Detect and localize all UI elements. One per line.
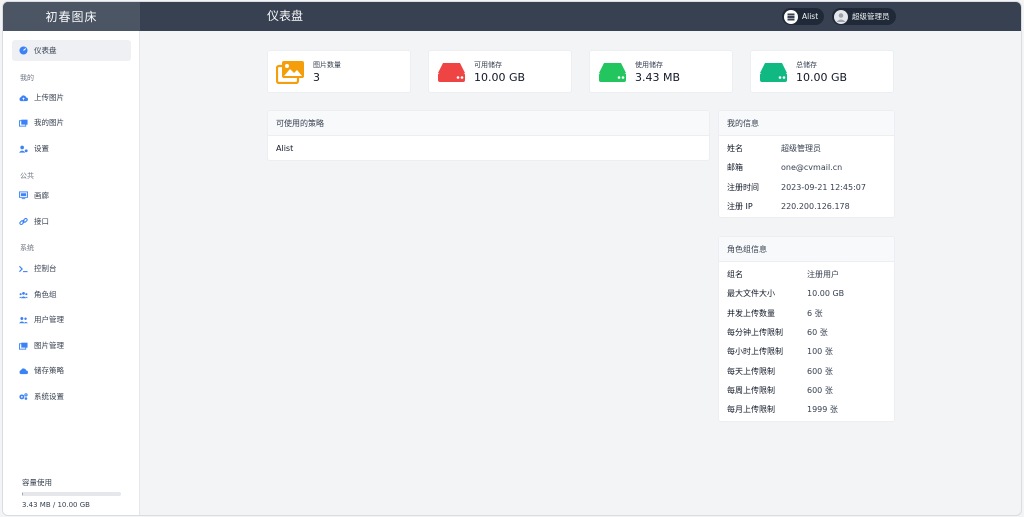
usage-progress-bar — [22, 492, 121, 496]
terminal-icon — [19, 264, 28, 273]
stat-label: 总储存 — [796, 61, 817, 69]
hard-drive-icon — [437, 60, 466, 84]
sidebar-item-label: 画廊 — [34, 191, 49, 200]
user-name-label: 超级管理员 — [852, 12, 890, 21]
panel-title: 我的信息 — [719, 111, 894, 136]
info-row: 注册 IP 220.200.126.178 — [727, 202, 850, 212]
info-row: 每小时上传限制 100 张 — [727, 347, 833, 357]
sidebar-item-label: 系统设置 — [34, 392, 64, 401]
sidebar-item-console[interactable]: 控制台 — [12, 258, 131, 279]
stat-value: 10.00 GB — [474, 71, 526, 84]
sidebar-item-label: 设置 — [34, 144, 49, 153]
section-label-public: 公共 — [20, 172, 34, 180]
role-info-panel: 角色组信息 组名 注册用户 最大文件大小 10.00 GB 并发上传数量 6 张 每分… — [718, 236, 895, 422]
sidebar-item-label: 储存策略 — [34, 366, 64, 375]
images-icon — [19, 341, 28, 350]
sidebar-item-label: 用户管理 — [34, 315, 64, 324]
stat-label: 使用储存 — [635, 61, 663, 69]
images-icon — [19, 118, 28, 127]
sidebar-item-settings[interactable]: 设置 — [12, 138, 131, 159]
stat-card-available-storage: 可用储存 10.00 GB — [428, 50, 572, 93]
monitor-icon — [19, 191, 28, 200]
info-row: 组名 注册用户 — [727, 270, 839, 280]
sidebar-item-label: 我的图片 — [34, 118, 64, 127]
user-gear-icon — [19, 144, 28, 153]
gears-icon — [19, 392, 28, 401]
sidebar-item-label: 图片管理 — [34, 341, 64, 350]
info-row: 注册时间 2023-09-21 12:45:07 — [727, 182, 866, 192]
sidebar-item-roles[interactable]: 角色组 — [12, 284, 131, 305]
stat-value: 3.43 MB — [635, 71, 681, 84]
user-menu-button[interactable]: 超级管理员 — [832, 8, 896, 25]
info-row: 每周上传限制 600 张 — [727, 385, 833, 395]
strategies-panel: 可使用的策略 Alist — [267, 110, 710, 161]
cloud-icon — [19, 366, 28, 375]
sidebar-item-image-management[interactable]: 图片管理 — [12, 335, 131, 356]
info-row: 姓名 超级管理员 — [727, 144, 821, 154]
info-row: 每月上传限制 1999 张 — [727, 405, 838, 415]
app-window: 初春图床 仪表盘 Alist 超级管理员 仪表盘 我的 上传图片 我的图片 设置… — [2, 1, 1022, 516]
sidebar-item-label: 控制台 — [34, 264, 57, 273]
panel-title: 角色组信息 — [719, 237, 894, 262]
hard-drive-icon — [759, 60, 788, 84]
link-icon — [19, 217, 28, 226]
users-icon — [19, 290, 28, 299]
stat-card-image-count: 图片数量 3 — [267, 50, 411, 93]
section-label-system: 系统 — [20, 244, 34, 252]
user-group-icon — [19, 315, 28, 324]
stat-value: 3 — [313, 71, 320, 84]
panel-title: 可使用的策略 — [268, 111, 709, 136]
info-row: 每天上传限制 600 张 — [727, 366, 833, 376]
my-info-panel: 我的信息 姓名 超级管理员 邮箱 one@cvmail.cn 注册时间 2023-09… — [718, 110, 895, 218]
brand-logo[interactable]: 初春图床 — [3, 2, 140, 31]
usage-text: 3.43 MB / 10.00 GB — [22, 501, 90, 509]
sidebar-item-label: 上传图片 — [34, 93, 64, 102]
stat-value: 10.00 GB — [796, 71, 848, 84]
usage-label: 容量使用 — [22, 478, 52, 487]
stat-label: 可用储存 — [474, 61, 502, 69]
sidebar-item-dashboard[interactable]: 仪表盘 — [12, 40, 131, 61]
page-title: 仪表盘 — [267, 9, 304, 23]
storage-icon — [784, 9, 798, 24]
hard-drive-icon — [598, 60, 627, 84]
images-icon — [275, 60, 305, 85]
info-row: 邮箱 one@cvmail.cn — [727, 163, 843, 173]
avatar — [834, 9, 848, 24]
cloud-upload-icon — [19, 93, 28, 102]
top-header: 初春图床 仪表盘 Alist 超级管理员 — [3, 2, 1021, 31]
strategy-item[interactable]: Alist — [268, 136, 709, 161]
sidebar-item-storage-strategy[interactable]: 储存策略 — [12, 360, 131, 381]
sidebar-item-label: 接口 — [34, 217, 49, 226]
sidebar: 仪表盘 我的 上传图片 我的图片 设置 公共 画廊 接口 系统 控制台 角色组 … — [3, 31, 140, 515]
storage-strategy-button[interactable]: Alist — [782, 8, 825, 25]
sidebar-item-upload[interactable]: 上传图片 — [12, 87, 131, 108]
dashboard-icon — [19, 46, 28, 55]
storage-strategy-label: Alist — [802, 12, 819, 21]
sidebar-item-gallery[interactable]: 画廊 — [12, 185, 131, 206]
info-row: 并发上传数量 6 张 — [727, 308, 823, 318]
info-row: 最大文件大小 10.00 GB — [727, 289, 845, 299]
stat-card-total-storage: 总储存 10.00 GB — [750, 50, 894, 93]
sidebar-item-my-images[interactable]: 我的图片 — [12, 112, 131, 133]
sidebar-item-label: 仪表盘 — [34, 46, 57, 55]
stat-card-used-storage: 使用储存 3.43 MB — [589, 50, 733, 93]
sidebar-item-label: 角色组 — [34, 290, 57, 299]
info-row: 每分钟上传限制 60 张 — [727, 328, 828, 338]
sidebar-item-user-management[interactable]: 用户管理 — [12, 309, 131, 330]
stat-label: 图片数量 — [313, 61, 341, 69]
section-label-mine: 我的 — [20, 74, 34, 82]
sidebar-item-system-settings[interactable]: 系统设置 — [12, 386, 131, 407]
sidebar-item-api[interactable]: 接口 — [12, 211, 131, 232]
